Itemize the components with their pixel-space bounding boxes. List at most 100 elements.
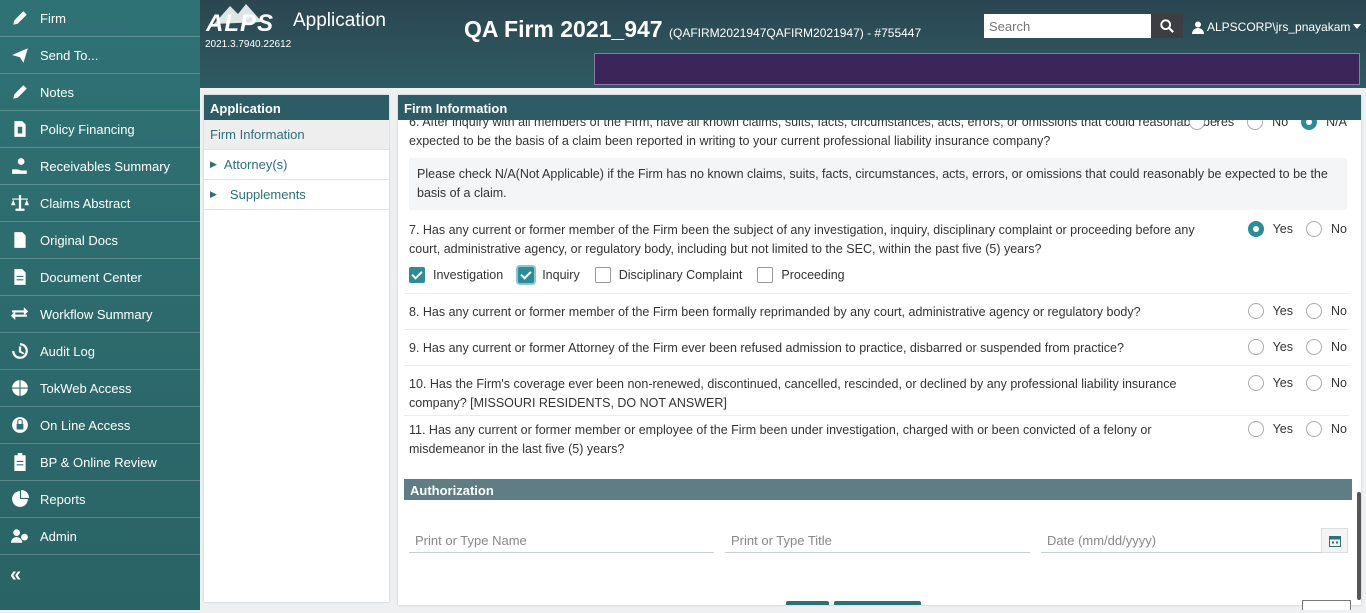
header: ALPS Application 2021.3.7940.22612 QA Fi…	[200, 0, 1366, 88]
sidebar-item-label: Notes	[40, 84, 74, 100]
version-label: 2021.3.7940.22612	[205, 39, 292, 50]
inquiry-checkbox[interactable]	[518, 267, 535, 283]
sidebar-item-label: Workflow Summary	[40, 306, 153, 322]
question-9-options: Yes No	[1247, 339, 1347, 355]
scrollbar[interactable]	[1357, 492, 1361, 600]
search-button[interactable]	[1151, 14, 1183, 38]
divider	[404, 293, 1349, 294]
question-8: 8. Has any current or former member of t…	[409, 305, 1141, 319]
search-input[interactable]	[984, 14, 1151, 38]
corner-button[interactable]	[1302, 600, 1351, 610]
sidebar-item-admin[interactable]: Admin	[0, 518, 200, 555]
q8-no-radio[interactable]	[1306, 303, 1323, 319]
q7-checkboxes: Investigation Inquiry Disciplinary Compl…	[409, 267, 860, 283]
sidebar-item-send-to[interactable]: Send To...	[0, 37, 200, 74]
sidebar-item-document-center[interactable]: Document Center	[0, 259, 200, 296]
calendar-icon	[1328, 535, 1341, 547]
q8-yes-radio[interactable]	[1247, 303, 1264, 319]
user-name: ALPSCORP\jrs_pnayakam	[1207, 20, 1351, 34]
sidebar-item-label: Receivables Summary	[40, 158, 171, 174]
sidebar-item-label: Policy Financing	[40, 121, 135, 137]
sidebar-item-reports[interactable]: Reports	[0, 481, 200, 518]
question-7-options: Yes No	[1247, 221, 1347, 237]
panel-item-label: Attorney(s)	[223, 157, 288, 172]
q10-yes-label: Yes	[1272, 376, 1294, 390]
panel-item-label: Supplements	[229, 187, 306, 202]
firm-information-form: Firm Information 6. After inquiry with a…	[398, 95, 1361, 605]
sidebar-item-original-docs[interactable]: Original Docs	[0, 222, 200, 259]
firm-subtitle: (QAFIRM2021947QAFIRM2021947) - #755447	[669, 26, 922, 40]
triangle-right-icon: ▶	[210, 189, 217, 199]
q9-yes-label: Yes	[1272, 340, 1294, 354]
q10-no-radio[interactable]	[1306, 375, 1323, 391]
sidebar-item-claims-abstract[interactable]: Claims Abstract	[0, 185, 200, 222]
panel-item-supplements[interactable]: ▶ Supplements	[204, 180, 389, 210]
user-icon	[1192, 21, 1204, 34]
checkbox-label: Proceeding	[781, 268, 845, 282]
pie-chart-icon	[0, 490, 40, 508]
firm-name: QA Firm 2021_947	[464, 16, 663, 42]
date-field[interactable]	[1041, 528, 1321, 553]
sidebar-item-workflow-summary[interactable]: Workflow Summary	[0, 296, 200, 333]
sidebar-item-online-access[interactable]: On Line Access	[0, 407, 200, 444]
application-panel: Application Firm Information ▶ Attorney(…	[204, 95, 389, 602]
sidebar-item-receivables-summary[interactable]: Receivables Summary	[0, 148, 200, 185]
q11-no-label: No	[1331, 422, 1347, 436]
q11-no-radio[interactable]	[1306, 421, 1323, 437]
divider	[404, 365, 1349, 366]
checkbox-label: Disciplinary Complaint	[618, 268, 743, 282]
name-field[interactable]	[409, 528, 714, 553]
lock-icon	[0, 416, 40, 434]
proceeding-checkbox[interactable]	[757, 267, 774, 283]
page-title: QA Firm 2021_947 (QAFIRM2021947QAFIRM202…	[464, 16, 921, 43]
search-icon	[1160, 19, 1174, 33]
investigation-checkbox[interactable]	[409, 267, 425, 283]
sidebar-item-label: TokWeb Access	[40, 380, 132, 396]
divider	[404, 329, 1349, 330]
action-button[interactable]	[834, 601, 921, 605]
user-menu[interactable]: ALPSCORP\jrs_pnayakam	[1192, 20, 1362, 34]
sidebar-item-label: Admin	[40, 528, 77, 544]
triangle-right-icon: ▶	[210, 159, 217, 169]
question-11-options: Yes No	[1247, 421, 1347, 437]
q11-yes-label: Yes	[1272, 422, 1294, 436]
q9-yes-radio[interactable]	[1247, 339, 1264, 355]
exchange-arrows-icon	[0, 305, 40, 323]
sidebar-item-label: Reports	[40, 491, 86, 507]
q7-no-radio[interactable]	[1306, 221, 1323, 237]
question-10: 10. Has the Firm's coverage ever been no…	[409, 377, 1177, 410]
q9-no-label: No	[1331, 340, 1347, 354]
sidebar-item-audit-log[interactable]: Audit Log	[0, 333, 200, 370]
sidebar-item-notes[interactable]: Notes	[0, 74, 200, 111]
sidebar: Firm Send To... Notes Policy Financing R…	[0, 0, 200, 610]
sidebar-item-policy-financing[interactable]: Policy Financing	[0, 111, 200, 148]
sidebar-item-firm[interactable]: Firm	[0, 0, 200, 37]
sidebar-item-label: BP & Online Review	[40, 454, 157, 470]
q9-no-radio[interactable]	[1306, 339, 1323, 355]
sidebar-item-bp-online-review[interactable]: BP & Online Review	[0, 444, 200, 481]
logo: ALPS	[206, 10, 275, 37]
disciplinary-complaint-checkbox[interactable]	[594, 267, 611, 283]
sidebar-item-label: On Line Access	[40, 417, 131, 433]
panel-item-attorneys[interactable]: ▶ Attorney(s)	[204, 150, 389, 180]
sidebar-item-label: Claims Abstract	[40, 195, 131, 211]
calendar-button[interactable]	[1321, 528, 1348, 553]
q7-yes-label: Yes	[1272, 222, 1294, 236]
panel-item-firm-information[interactable]: Firm Information	[204, 120, 389, 150]
checkbox-label: Inquiry	[542, 268, 580, 282]
question-11: 11. Has any current or former member or …	[409, 423, 1152, 456]
question-8-options: Yes No	[1247, 303, 1347, 319]
globe-icon	[0, 379, 40, 397]
q8-yes-label: Yes	[1272, 304, 1294, 318]
pencil-icon	[0, 83, 40, 101]
q7-yes-radio[interactable]	[1247, 221, 1264, 237]
action-button[interactable]	[786, 601, 829, 605]
q10-yes-radio[interactable]	[1247, 375, 1264, 391]
collapse-sidebar-button[interactable]: «	[0, 555, 200, 595]
title-field[interactable]	[725, 528, 1030, 553]
caret-down-icon	[1353, 24, 1362, 29]
sidebar-item-label: Document Center	[40, 269, 142, 285]
q11-yes-radio[interactable]	[1247, 421, 1264, 437]
sidebar-item-tokweb-access[interactable]: TokWeb Access	[0, 370, 200, 407]
sidebar-item-label: Original Docs	[40, 232, 119, 248]
